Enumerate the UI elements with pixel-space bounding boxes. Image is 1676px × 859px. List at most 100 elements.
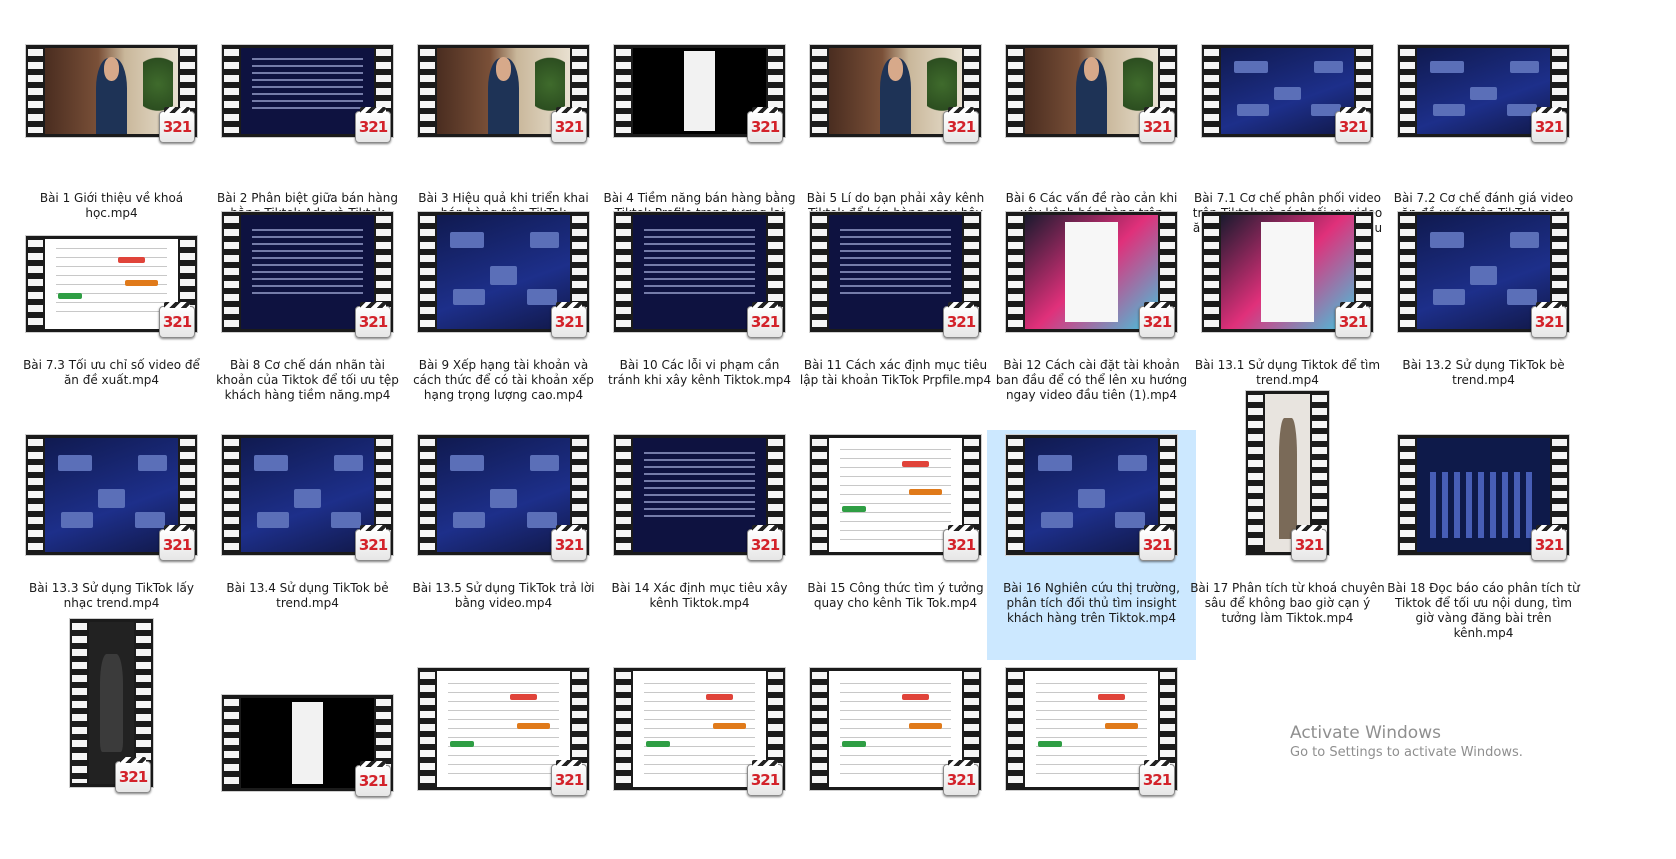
file-item[interactable]: 321 Bài 13.2 Sử dụng TikTok bè trend.mp4: [1379, 207, 1588, 437]
media-player-badge-icon: 321: [159, 302, 195, 338]
file-item[interactable]: 321 Bài 11 Cách xác định mục tiêu lập tài…: [791, 207, 1000, 437]
thumbnail: 321: [1184, 391, 1391, 575]
file-name-label: Bài 17 Phân tích từ khoá chuyên sâu để k…: [1190, 581, 1385, 625]
file-item[interactable]: 321: [987, 612, 1196, 842]
film-strip: 321: [614, 435, 785, 561]
film-strip: 321: [222, 695, 393, 797]
media-player-badge-icon: 321: [1139, 302, 1175, 338]
file-item[interactable]: 321: [203, 612, 412, 842]
thumbnail: 321: [792, 41, 999, 185]
thumbnail: 321: [792, 613, 999, 796]
media-player-badge-icon: 321: [355, 525, 391, 561]
file-name-label: Bài 13.5 Sử dụng TikTok trả lời bằng vid…: [412, 581, 595, 610]
activation-watermark: Activate Windows Go to Settings to activ…: [1290, 722, 1523, 761]
file-name-label: Bài 10 Các lỗi vi phạm cần tránh khi xây…: [607, 358, 792, 387]
file-item[interactable]: 321: [595, 612, 804, 842]
watermark-title: Activate Windows: [1290, 723, 1441, 743]
file-item[interactable]: 321: [399, 612, 608, 842]
media-player-badge-icon: 321: [1335, 107, 1371, 143]
media-player-badge-icon: 321: [747, 760, 783, 796]
film-strip: 321: [418, 212, 589, 338]
media-player-badge-icon: 321: [551, 760, 587, 796]
file-name-label: Bài 8 Cơ chế dán nhãn tài khoản của Tikt…: [216, 358, 399, 402]
media-player-badge-icon: 321: [355, 302, 391, 338]
file-name-label: Bài 13.3 Sử dụng TikTok lấy nhạc trend.m…: [29, 581, 194, 610]
file-name-label: Bài 9 Xếp hạng tài khoản và cách thức để…: [413, 358, 594, 402]
thumbnail: 321: [204, 41, 411, 185]
film-strip: 321: [1202, 45, 1373, 143]
media-player-badge-icon: 321: [943, 107, 979, 143]
watermark-subtitle: Go to Settings to activate Windows.: [1290, 745, 1523, 760]
film-strip: 321: [614, 45, 785, 143]
file-item[interactable]: 321 Bài 9 Xếp hạng tài khoản và cách thức…: [399, 207, 608, 437]
file-item[interactable]: 321: [7, 612, 216, 842]
file-item[interactable]: 321 Bài 10 Các lỗi vi phạm cần tránh khi …: [595, 207, 804, 437]
media-player-badge-icon: 321: [1531, 525, 1567, 561]
film-strip: 321: [1398, 45, 1569, 143]
media-player-badge-icon: 321: [747, 107, 783, 143]
file-name-label: Bài 13.4 Sử dụng TikTok bẻ trend.mp4: [226, 581, 389, 610]
media-player-badge-icon: 321: [943, 525, 979, 561]
file-item[interactable]: 321 Bài 12 Cách cài đặt tài khoản ban đầu…: [987, 207, 1196, 437]
thumbnail: 321: [1184, 208, 1391, 352]
film-strip: 321: [810, 45, 981, 143]
thumbnail: 321: [988, 41, 1195, 185]
film-strip: 321: [810, 435, 981, 561]
media-player-badge-icon: 321: [747, 302, 783, 338]
file-item[interactable]: 321 Bài 7.3 Tối ưu chỉ số video để ăn đề …: [7, 207, 216, 437]
file-name-label: Bài 14 Xác định mục tiêu xây kênh Tiktok…: [611, 581, 788, 610]
film-strip: 321: [1246, 391, 1329, 561]
thumbnail: 321: [596, 208, 803, 352]
thumbnail: 321: [8, 41, 215, 185]
thumbnail: 321: [204, 208, 411, 352]
media-player-badge-icon: 321: [159, 107, 195, 143]
film-strip: 321: [614, 212, 785, 338]
media-player-badge-icon: 321: [1139, 107, 1175, 143]
film-strip: 321: [222, 435, 393, 561]
film-strip: 321: [810, 668, 981, 796]
thumbnail: 321: [204, 613, 411, 797]
file-item[interactable]: 321 Bài 17 Phân tích từ khoá chuyên sâu đ…: [1183, 391, 1392, 660]
film-strip: 321: [614, 668, 785, 796]
file-item[interactable]: 321 Bài 18 Đọc báo cáo phân tích từ Tikto…: [1379, 430, 1588, 660]
file-name-label: Bài 18 Đọc báo cáo phân tích từ Tiktok đ…: [1387, 581, 1580, 640]
thumbnail: 321: [596, 41, 803, 185]
film-strip: 321: [222, 45, 393, 143]
film-strip: 321: [418, 668, 589, 796]
media-player-badge-icon: 321: [1335, 302, 1371, 338]
thumbnail: 321: [400, 613, 607, 796]
file-item[interactable]: 321: [791, 612, 1000, 842]
media-player-badge-icon: 321: [943, 302, 979, 338]
thumbnail: 321: [596, 431, 803, 575]
thumbnail: 321: [8, 431, 215, 575]
media-player-badge-icon: 321: [115, 757, 151, 793]
thumbnail: 321: [988, 208, 1195, 352]
file-name-label: Bài 13.1 Sử dụng Tiktok để tìm trend.mp4: [1194, 358, 1381, 387]
file-name-label: Bài 15 Công thức tìm ý tưởng quay cho kê…: [807, 581, 984, 610]
thumbnail: 321: [1184, 41, 1391, 185]
media-player-badge-icon: 321: [1291, 525, 1327, 561]
thumbnail: 321: [8, 613, 215, 793]
thumbnail: 321: [400, 41, 607, 185]
thumbnail: 321: [8, 208, 215, 352]
film-strip: 321: [1398, 212, 1569, 338]
media-player-badge-icon: 321: [1531, 302, 1567, 338]
film-strip: 321: [418, 45, 589, 143]
thumbnail: 321: [596, 613, 803, 796]
film-strip: 321: [26, 45, 197, 143]
thumbnail: 321: [792, 208, 999, 352]
media-player-badge-icon: 321: [1139, 525, 1175, 561]
film-strip: 321: [1006, 435, 1177, 561]
film-strip: 321: [810, 212, 981, 338]
thumbnail: 321: [400, 208, 607, 352]
thumbnail: 321: [988, 431, 1195, 575]
film-strip: 321: [222, 212, 393, 338]
thumbnail: 321: [1380, 431, 1587, 575]
media-player-badge-icon: 321: [943, 760, 979, 796]
thumbnail: 321: [792, 431, 999, 575]
film-strip: 321: [26, 435, 197, 561]
file-name-label: Bài 12 Cách cài đặt tài khoản ban đầu để…: [995, 358, 1188, 402]
file-item[interactable]: 321 Bài 8 Cơ chế dán nhãn tài khoản của T…: [203, 207, 412, 437]
media-player-badge-icon: 321: [1531, 107, 1567, 143]
media-player-badge-icon: 321: [1139, 760, 1175, 796]
